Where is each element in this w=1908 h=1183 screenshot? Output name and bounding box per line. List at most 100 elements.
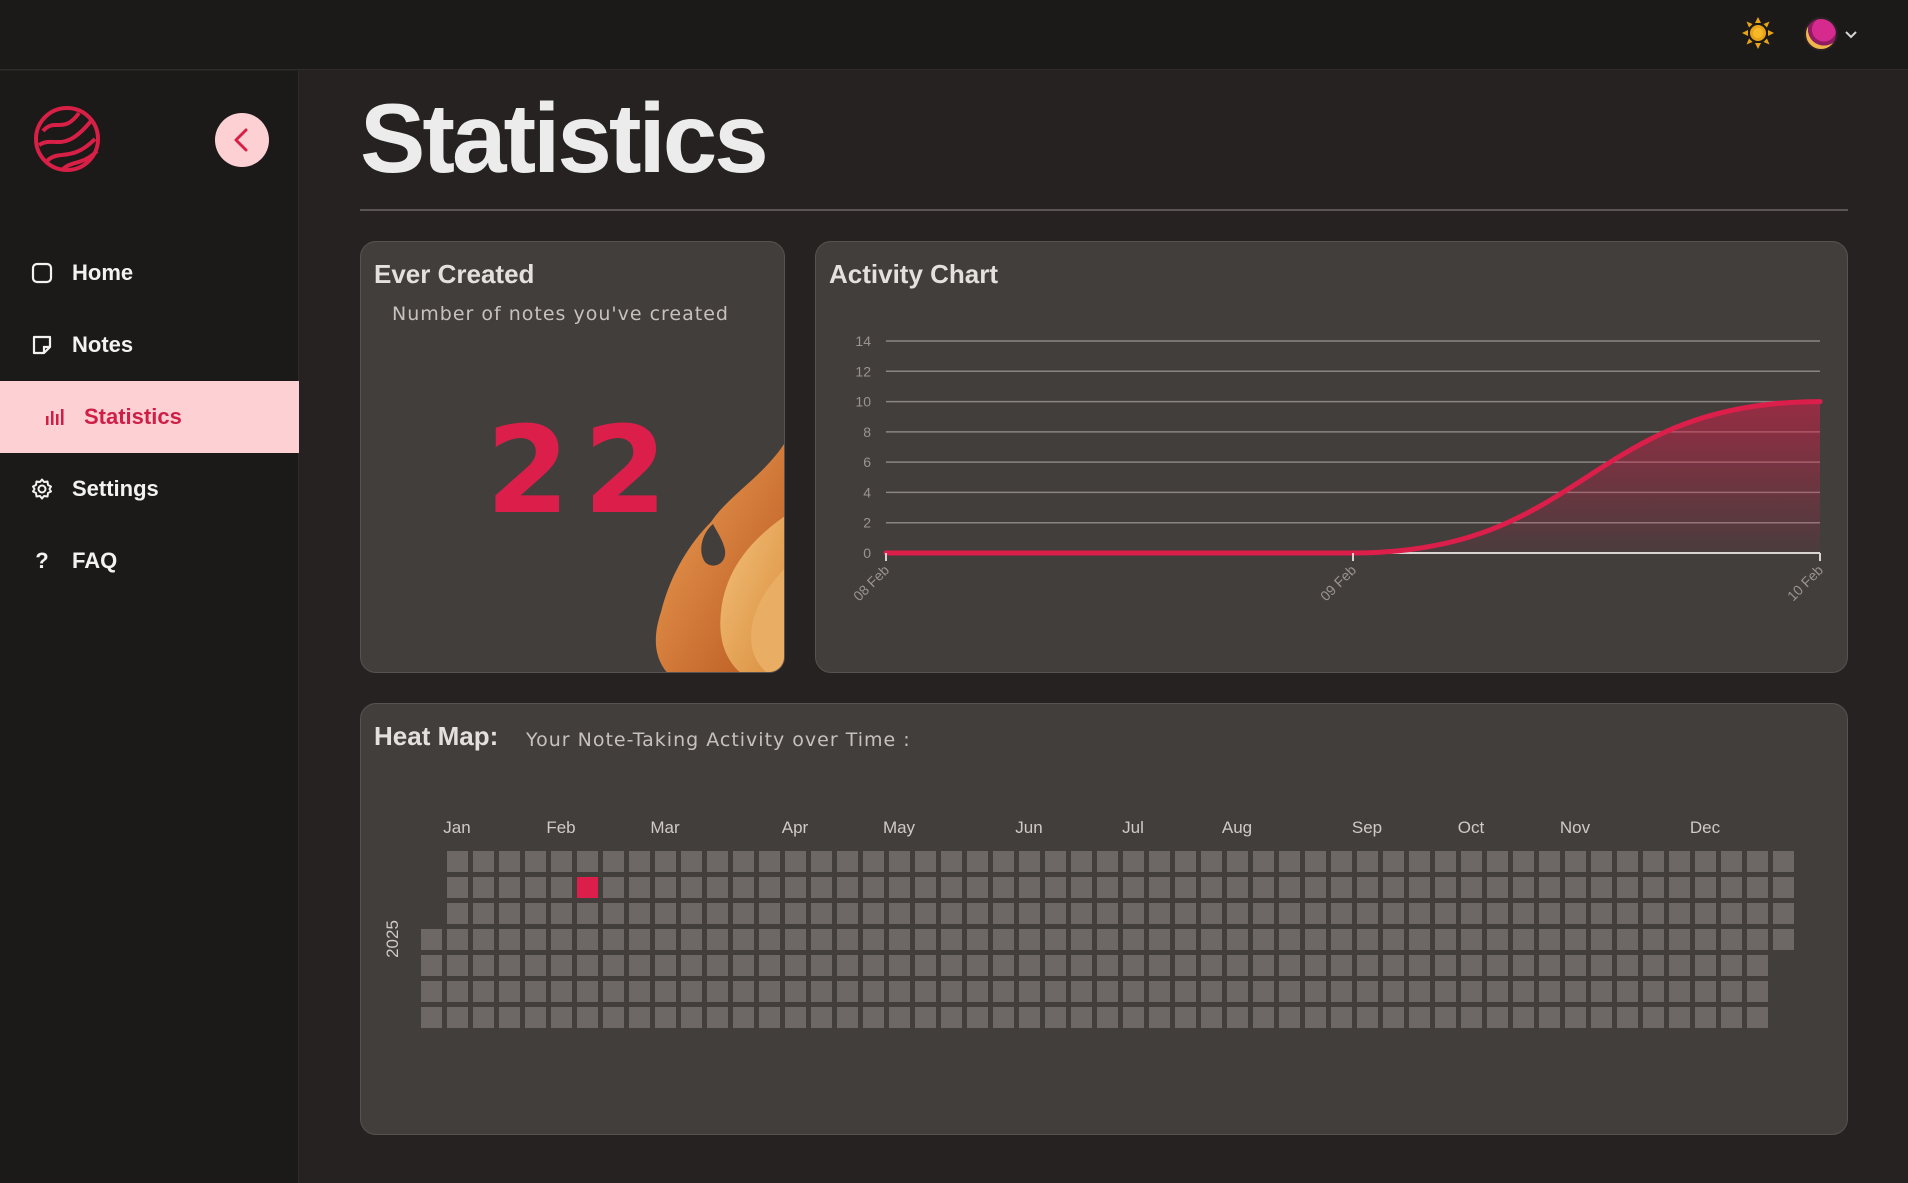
heatmap-cell[interactable] bbox=[681, 903, 702, 924]
logo-icon[interactable] bbox=[33, 105, 101, 173]
heatmap-cell[interactable] bbox=[1461, 1007, 1482, 1028]
heatmap-cell[interactable] bbox=[1643, 929, 1664, 950]
heatmap-cell[interactable] bbox=[1539, 929, 1560, 950]
heatmap-cell[interactable] bbox=[681, 929, 702, 950]
heatmap-cell[interactable] bbox=[499, 955, 520, 976]
heatmap-cell[interactable] bbox=[837, 903, 858, 924]
heatmap-cell[interactable] bbox=[473, 903, 494, 924]
heatmap-cell[interactable] bbox=[993, 877, 1014, 898]
heatmap-cell[interactable] bbox=[1253, 903, 1274, 924]
heatmap-cell[interactable] bbox=[1097, 929, 1118, 950]
heatmap-cell[interactable] bbox=[603, 1007, 624, 1028]
heatmap-cell[interactable] bbox=[603, 981, 624, 1002]
heatmap-cell[interactable] bbox=[1721, 877, 1742, 898]
heatmap-cell[interactable] bbox=[551, 877, 572, 898]
heatmap-cell[interactable] bbox=[889, 851, 910, 872]
heatmap-cell[interactable] bbox=[1435, 903, 1456, 924]
heatmap-cell[interactable] bbox=[1643, 955, 1664, 976]
heatmap-cell[interactable] bbox=[1565, 851, 1586, 872]
heatmap-cell[interactable] bbox=[967, 877, 988, 898]
heatmap-cell[interactable] bbox=[1695, 929, 1716, 950]
heatmap-cell[interactable] bbox=[1539, 851, 1560, 872]
heatmap-cell[interactable] bbox=[1721, 981, 1742, 1002]
heatmap-cell[interactable] bbox=[1227, 981, 1248, 1002]
heatmap-cell[interactable] bbox=[1045, 981, 1066, 1002]
sidebar-item-faq[interactable]: ? FAQ bbox=[0, 525, 299, 597]
heatmap-cell[interactable] bbox=[733, 877, 754, 898]
heatmap-cell[interactable] bbox=[1097, 851, 1118, 872]
heatmap-cell[interactable] bbox=[1487, 981, 1508, 1002]
heatmap-cell[interactable] bbox=[759, 903, 780, 924]
heatmap-cell[interactable] bbox=[1227, 929, 1248, 950]
heatmap-cell[interactable] bbox=[967, 851, 988, 872]
heatmap-cell[interactable] bbox=[551, 929, 572, 950]
heatmap-cell[interactable] bbox=[1513, 877, 1534, 898]
heatmap-cell[interactable] bbox=[785, 851, 806, 872]
heatmap-cell[interactable] bbox=[499, 877, 520, 898]
heatmap-cell[interactable] bbox=[1435, 955, 1456, 976]
heatmap-cell[interactable] bbox=[733, 1007, 754, 1028]
heatmap-cell[interactable] bbox=[863, 929, 884, 950]
heatmap-cell[interactable] bbox=[1201, 929, 1222, 950]
heatmap-cell[interactable] bbox=[1695, 877, 1716, 898]
heatmap-cell[interactable] bbox=[499, 1007, 520, 1028]
heatmap-cell[interactable] bbox=[811, 981, 832, 1002]
heatmap-cell[interactable] bbox=[603, 877, 624, 898]
heatmap-cell[interactable] bbox=[1669, 1007, 1690, 1028]
heatmap-cell[interactable] bbox=[1383, 903, 1404, 924]
heatmap-cell[interactable] bbox=[525, 851, 546, 872]
heatmap-cell[interactable] bbox=[1227, 877, 1248, 898]
heatmap-cell[interactable] bbox=[1461, 981, 1482, 1002]
heatmap-cell[interactable] bbox=[1097, 903, 1118, 924]
heatmap-cell[interactable] bbox=[707, 877, 728, 898]
heatmap-cell[interactable] bbox=[1357, 851, 1378, 872]
heatmap-cell[interactable] bbox=[759, 877, 780, 898]
heatmap-cell[interactable] bbox=[447, 851, 468, 872]
heatmap-cell[interactable] bbox=[1175, 981, 1196, 1002]
heatmap-cell[interactable] bbox=[421, 929, 442, 950]
heatmap-cell[interactable] bbox=[1695, 981, 1716, 1002]
heatmap-cell[interactable] bbox=[1201, 877, 1222, 898]
heatmap-cell[interactable] bbox=[577, 929, 598, 950]
heatmap-cell[interactable] bbox=[1513, 903, 1534, 924]
heatmap-cell[interactable] bbox=[1409, 955, 1430, 976]
heatmap-cell[interactable] bbox=[863, 955, 884, 976]
heatmap-cell[interactable] bbox=[915, 929, 936, 950]
heatmap-cell[interactable] bbox=[1357, 1007, 1378, 1028]
heatmap-cell[interactable] bbox=[837, 929, 858, 950]
heatmap-cell[interactable] bbox=[525, 929, 546, 950]
heatmap-cell[interactable] bbox=[1227, 1007, 1248, 1028]
heatmap-cell[interactable] bbox=[1045, 1007, 1066, 1028]
heatmap-cell[interactable] bbox=[1201, 981, 1222, 1002]
heatmap-cell[interactable] bbox=[1513, 929, 1534, 950]
heatmap-cell[interactable] bbox=[1123, 851, 1144, 872]
heatmap-cell[interactable] bbox=[941, 1007, 962, 1028]
heatmap-cell[interactable] bbox=[1591, 903, 1612, 924]
heatmap-cell[interactable] bbox=[967, 1007, 988, 1028]
heatmap-cell[interactable] bbox=[473, 955, 494, 976]
heatmap-cell[interactable] bbox=[785, 981, 806, 1002]
heatmap-cell[interactable] bbox=[1383, 851, 1404, 872]
heatmap-cell[interactable] bbox=[1643, 981, 1664, 1002]
heatmap-cell[interactable] bbox=[915, 1007, 936, 1028]
heatmap-cell[interactable] bbox=[1149, 1007, 1170, 1028]
heatmap-cell[interactable] bbox=[1279, 877, 1300, 898]
heatmap-cell[interactable] bbox=[1617, 955, 1638, 976]
heatmap-cell[interactable] bbox=[655, 981, 676, 1002]
heatmap-cell[interactable] bbox=[1071, 1007, 1092, 1028]
heatmap-cell[interactable] bbox=[681, 1007, 702, 1028]
heatmap-cell[interactable] bbox=[733, 929, 754, 950]
heatmap-cell[interactable] bbox=[1461, 877, 1482, 898]
heatmap-cell[interactable] bbox=[1201, 1007, 1222, 1028]
heatmap-cell[interactable] bbox=[811, 903, 832, 924]
heatmap-cell[interactable] bbox=[707, 981, 728, 1002]
heatmap-cell[interactable] bbox=[1123, 903, 1144, 924]
heatmap-cell[interactable] bbox=[1695, 1007, 1716, 1028]
heatmap-cell[interactable] bbox=[1357, 877, 1378, 898]
heatmap-cell[interactable] bbox=[993, 929, 1014, 950]
heatmap-cell[interactable] bbox=[1331, 981, 1352, 1002]
heatmap-cell[interactable] bbox=[1279, 1007, 1300, 1028]
heatmap-cell[interactable] bbox=[1461, 929, 1482, 950]
heatmap-cell[interactable] bbox=[1539, 981, 1560, 1002]
heatmap-cell[interactable] bbox=[1201, 903, 1222, 924]
